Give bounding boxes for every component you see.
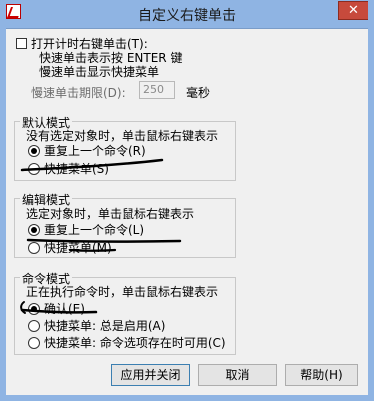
default-shortcut-menu-label[interactable]: 快捷菜单(S) (44, 160, 109, 177)
duration-label: 慢速单击期限(D): (31, 86, 126, 100)
cancel-button[interactable]: 取消 (198, 364, 277, 386)
close-button[interactable]: ✕ (338, 1, 369, 20)
default-shortcut-menu-radio[interactable] (28, 163, 40, 175)
edit-shortcut-menu-radio[interactable] (28, 242, 40, 254)
help-button[interactable]: 帮助(H) (285, 364, 358, 386)
command-menu-always-radio[interactable] (28, 320, 40, 332)
window-title: 自定义右键单击 (138, 8, 236, 24)
edit-repeat-radio[interactable] (28, 224, 40, 236)
command-enter-label[interactable]: 确认(E) (44, 300, 85, 317)
command-menu-always-label[interactable]: 快捷菜单: 总是启用(A) (44, 317, 165, 334)
default-repeat-label[interactable]: 重复上一个命令(R) (44, 142, 146, 159)
edit-mode-desc: 选定对象时，单击鼠标右键表示 (26, 207, 195, 221)
timed-right-click-checkbox[interactable] (16, 38, 27, 49)
command-enter-radio[interactable] (28, 303, 40, 315)
command-mode-desc: 正在执行命令时，单击鼠标右键表示 (26, 285, 219, 299)
default-repeat-radio[interactable] (28, 145, 40, 157)
duration-unit: 毫秒 (186, 86, 211, 100)
edit-repeat-label[interactable]: 重复上一个命令(L) (44, 221, 144, 238)
command-menu-options-label[interactable]: 快捷菜单: 命令选项存在时可用(C) (44, 334, 226, 351)
dialog-body: 打开计时右键单击(T): 快速单击表示按 ENTER 键 慢速单击显示快捷菜单 … (6, 29, 368, 395)
edit-shortcut-menu-label[interactable]: 快捷菜单(M) (44, 239, 112, 256)
duration-input[interactable]: 250 (139, 81, 175, 99)
apply-close-button[interactable]: 应用并关闭 (111, 364, 190, 386)
title-bar[interactable]: 自定义右键单击 ✕ (0, 0, 374, 29)
command-menu-options-radio[interactable] (28, 337, 40, 349)
slow-click-desc: 慢速单击显示快捷菜单 (39, 65, 160, 79)
